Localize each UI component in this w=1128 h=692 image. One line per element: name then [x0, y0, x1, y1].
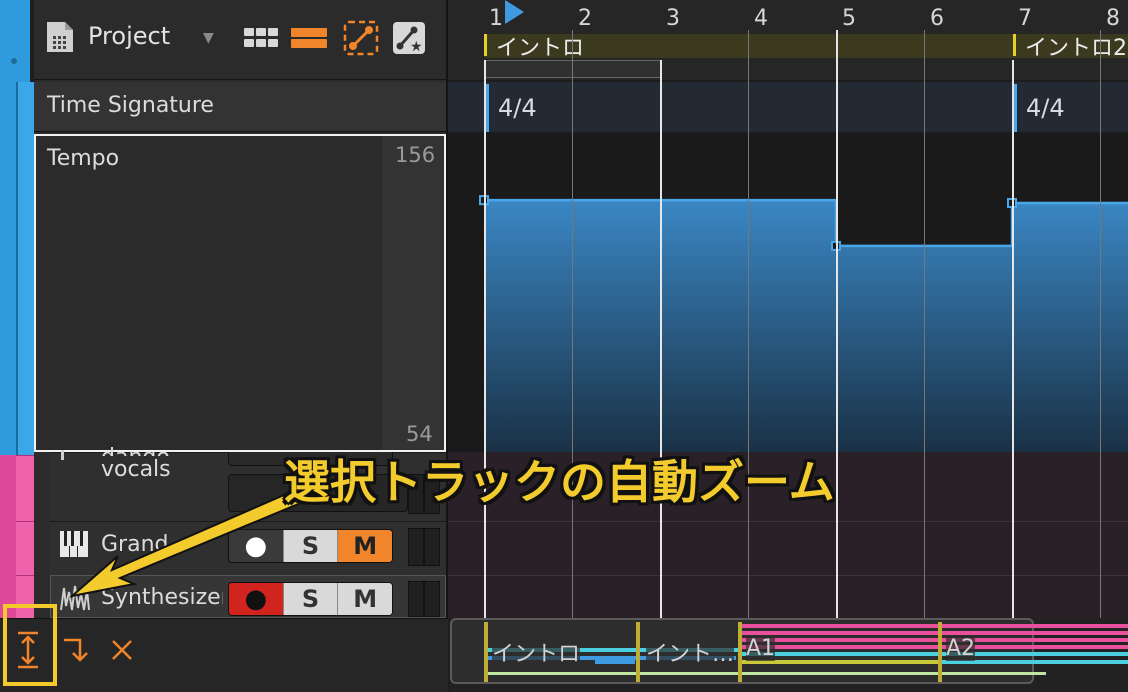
zoom-button-highlight	[3, 604, 57, 686]
bar-line	[1100, 30, 1101, 618]
bar-number: 1	[489, 6, 503, 31]
bar-line	[1012, 60, 1014, 618]
bar-line	[924, 30, 925, 618]
synth-waveform-icon	[60, 585, 90, 611]
overview-section: イントロ	[492, 636, 581, 668]
chevron-down-icon[interactable]: ▼	[203, 30, 214, 46]
cue-label: イントロ	[496, 36, 585, 61]
bar-line	[748, 30, 749, 618]
synth-button-group: ● S M	[228, 582, 393, 616]
bar-line	[836, 30, 838, 618]
grid-view-icon[interactable]	[244, 20, 280, 56]
bar-number: 7	[1018, 6, 1032, 31]
cue-marker[interactable]	[484, 34, 487, 56]
synth-level-meter	[408, 581, 440, 617]
automation-star-icon[interactable]: ★	[392, 20, 426, 56]
solo-button[interactable]: S	[283, 530, 339, 562]
project-file-icon	[47, 22, 73, 52]
bar-number: 4	[754, 6, 768, 31]
piano-icon	[60, 531, 88, 557]
automation-edit-icon[interactable]	[343, 20, 379, 56]
grand-level-meter	[408, 528, 440, 566]
svg-text:★: ★	[410, 39, 423, 55]
bar-line	[572, 30, 573, 618]
tempo-min-value: 54	[406, 422, 433, 446]
tempo-label: Tempo	[47, 146, 120, 171]
bar-number: 2	[578, 6, 592, 31]
overview-section: イント…	[646, 636, 735, 668]
lane-divider	[448, 575, 1128, 576]
list-view-icon[interactable]	[290, 20, 328, 56]
cue-label: イントロ2	[1025, 36, 1127, 61]
cue-marker[interactable]	[1013, 34, 1016, 56]
record-arm-button[interactable]: ●	[229, 530, 284, 562]
tempo-scale	[382, 136, 444, 450]
audio-track-icon	[61, 450, 64, 460]
record-arm-button[interactable]: ●	[229, 583, 284, 615]
overview-section: A1	[746, 636, 776, 661]
time-signature-label: Time Signature	[47, 93, 214, 118]
time-signature-value: 4/4	[1026, 94, 1065, 122]
tempo-automation-curve[interactable]	[448, 134, 1128, 452]
lane-divider	[448, 521, 1128, 522]
track-name-grand: Grand	[101, 532, 169, 557]
strip-dot	[11, 58, 17, 64]
track-name-synth: Synthesizer	[101, 585, 223, 610]
time-signature-value: 4/4	[498, 94, 537, 122]
track-color-strip-inner	[16, 82, 34, 455]
bar-line	[484, 60, 486, 618]
bar-number: 5	[842, 6, 856, 31]
tempo-max-value: 156	[395, 143, 436, 167]
playhead-icon[interactable]	[502, 0, 526, 26]
bar-line	[660, 60, 662, 618]
project-label[interactable]: Project	[88, 22, 170, 50]
overview-section: A2	[946, 636, 976, 661]
track-name-vocals: dango_ vocals	[101, 445, 181, 482]
grand-button-group: ● S M	[228, 529, 393, 563]
bar-number: 3	[666, 6, 680, 31]
solo-button[interactable]: S	[283, 583, 339, 615]
bar-number: 6	[930, 6, 944, 31]
bar-number: 8	[1106, 6, 1120, 31]
close-icon[interactable]	[110, 638, 134, 662]
mute-button[interactable]: M	[338, 583, 392, 615]
follow-arrow-icon[interactable]	[62, 636, 92, 664]
mute-button[interactable]: M	[338, 530, 392, 562]
annotation-callout: 選択トラックの自動ズーム	[284, 455, 835, 509]
tempo-fill	[484, 200, 1128, 452]
